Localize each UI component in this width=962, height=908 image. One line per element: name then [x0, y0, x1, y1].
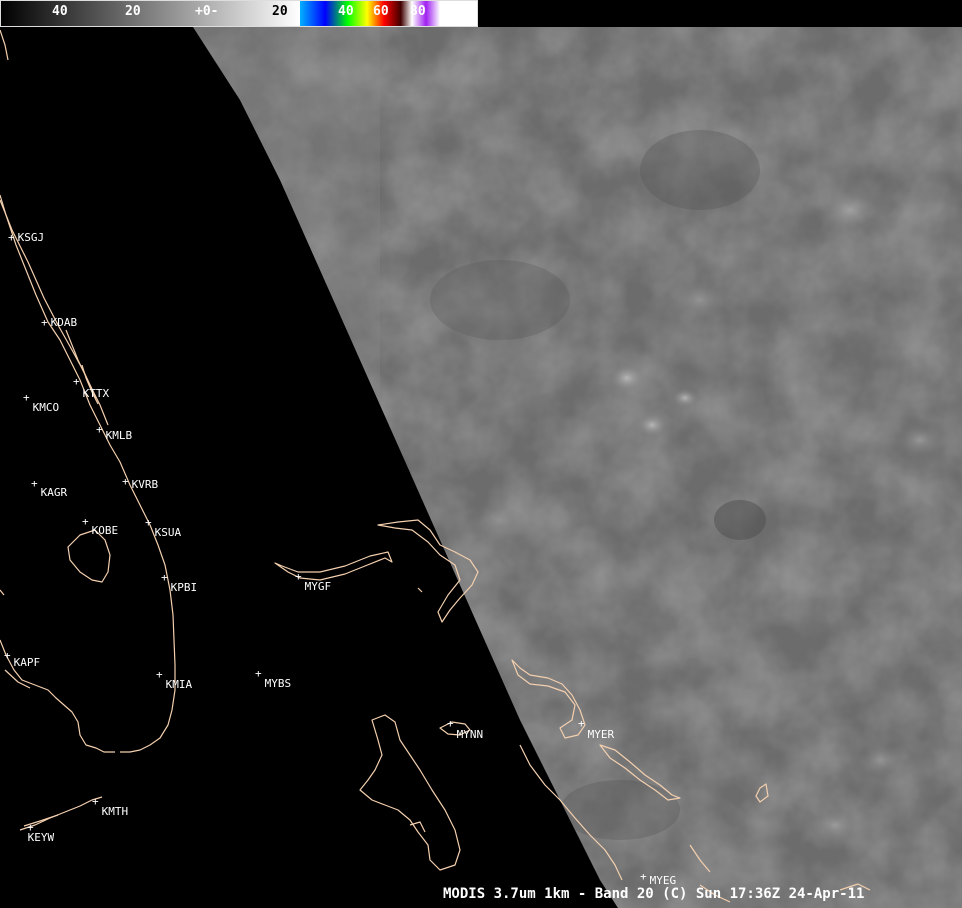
station-marker: + KVRB	[122, 475, 159, 491]
station-marker: +KMCO	[23, 391, 60, 414]
station-marker: +MYBS	[255, 667, 292, 690]
station-marker: +KAPF	[4, 649, 41, 669]
satellite-map: 40 20 +0- 20 40 60 80 + KSGJ + KDAB +KMC…	[0, 0, 962, 908]
coastline-overlay	[0, 29, 871, 903]
station-marker: +KMTH	[92, 795, 129, 818]
station-marker: +KAGR	[31, 477, 68, 499]
station-marker: +KTTX	[73, 375, 110, 400]
station-marker: + MYEG	[640, 870, 677, 887]
image-caption: MODIS 3.7um 1km - Band 20 (C) Sun 17:36Z…	[443, 886, 865, 902]
station-marker: +MYNN	[447, 717, 484, 741]
station-marker: +MYGF	[295, 570, 332, 593]
station-marker: + KSGJ	[8, 231, 45, 244]
station-marker: + KMLB	[96, 423, 133, 442]
station-marker: +KPBI	[161, 571, 198, 594]
station-marker: +MYER	[578, 717, 615, 741]
station-marker: +KEYW	[27, 821, 55, 844]
station-marker: +KOBE	[82, 515, 119, 537]
station-marker: + KDAB	[41, 316, 78, 329]
station-marker: +KMIA	[156, 668, 193, 691]
station-marker: +KSUA	[145, 516, 182, 539]
